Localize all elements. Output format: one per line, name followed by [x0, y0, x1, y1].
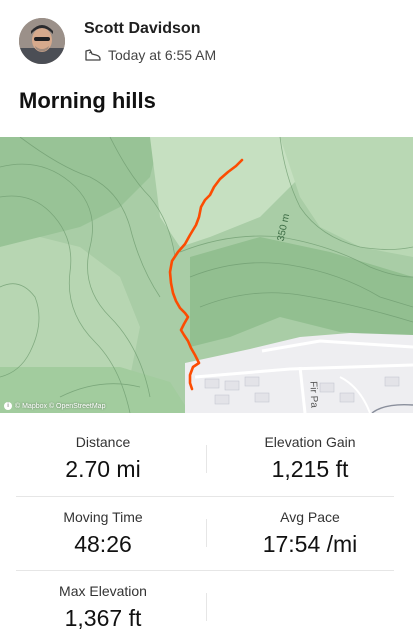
stat-value: 17:54 /mi: [262, 531, 358, 557]
stat-value: 1,215 ft: [271, 456, 349, 482]
map-canvas: [0, 137, 413, 413]
stat-label: Max Elevation: [59, 583, 147, 599]
road-label: Fir Pa: [307, 380, 320, 409]
avatar[interactable]: [19, 18, 65, 64]
map-attribution[interactable]: i © Mapbox © OpenStreetMap: [4, 402, 105, 410]
route-map[interactable]: 350 m Fir Pa i © Mapbox © OpenStreetMap: [0, 137, 413, 413]
hiking-shoe-icon: [85, 49, 101, 61]
stat-label: Elevation Gain: [264, 434, 356, 450]
stat-label: Avg Pace: [280, 509, 340, 525]
activity-header: Scott Davidson Today at 6:55 AM: [0, 0, 413, 80]
stat-max-elevation: Max Elevation 1,367 ft: [0, 583, 206, 632]
stat-avg-pace: Avg Pace 17:54 /mi: [207, 509, 413, 558]
avatar-image: [19, 18, 65, 64]
divider: [206, 519, 207, 547]
divider: [206, 445, 207, 473]
activity-title: Morning hills: [19, 88, 156, 113]
stat-value: 48:26: [74, 531, 132, 557]
activity-stats: Distance 2.70 mi Elevation Gain 1,215 ft…: [0, 413, 413, 640]
divider: [16, 570, 394, 571]
stat-value: 2.70 mi: [65, 456, 141, 482]
athlete-name[interactable]: Scott Davidson: [84, 20, 200, 38]
stat-elevation-gain: Elevation Gain 1,215 ft: [207, 434, 413, 483]
divider: [16, 496, 394, 497]
stat-label: Distance: [75, 434, 131, 450]
info-icon[interactable]: i: [4, 402, 12, 410]
stat-value: 1,367 ft: [64, 605, 142, 631]
stat-moving-time: Moving Time 48:26: [0, 509, 206, 558]
stat-distance: Distance 2.70 mi: [0, 434, 206, 483]
divider: [206, 593, 207, 621]
stat-label: Moving Time: [63, 509, 143, 525]
activity-meta: Today at 6:55 AM: [84, 46, 216, 64]
activity-time: Today at 6:55 AM: [108, 47, 217, 63]
attribution-text: © Mapbox © OpenStreetMap: [15, 402, 106, 410]
